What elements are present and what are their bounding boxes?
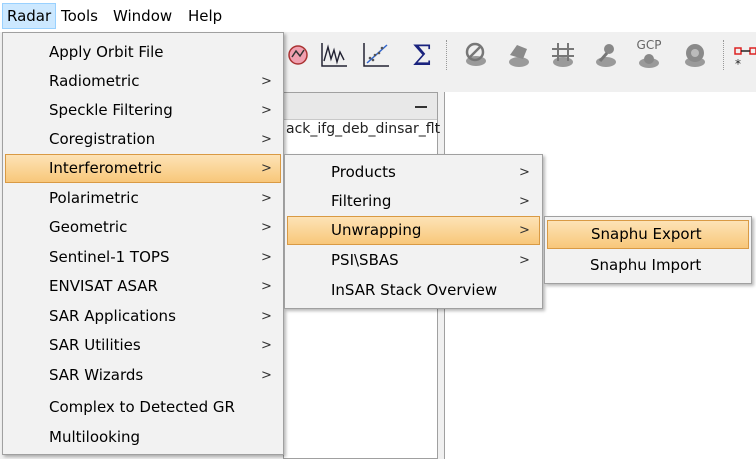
menu-item-label: InSAR Stack Overview — [331, 281, 498, 299]
scatter-plot-icon[interactable] — [359, 38, 393, 72]
menu-bar: Radar Tools Window Help — [0, 0, 756, 32]
sigma-icon[interactable]: Σ — [405, 38, 439, 72]
menu-item-sentinel-1-tops[interactable]: Sentinel-1 TOPS > — [3, 243, 283, 272]
menu-item-label: SAR Applications — [49, 307, 176, 325]
chevron-right-icon: > — [261, 250, 272, 265]
menu-item-snaphu-export[interactable]: Snaphu Export — [547, 220, 749, 249]
camera-icon[interactable] — [678, 38, 712, 72]
menu-item-label: Polarimetric — [49, 189, 139, 207]
menu-item-label: Apply Orbit File — [49, 43, 164, 61]
no-orbit-icon[interactable] — [459, 38, 493, 72]
menu-item-label: Snaphu Export — [591, 225, 702, 243]
menu-item-insar-stack-overview[interactable]: InSAR Stack Overview — [285, 276, 542, 305]
menu-item-label: Unwrapping — [331, 221, 422, 239]
chevron-right-icon: > — [519, 165, 530, 180]
toolbar: Σ GCP * — [283, 32, 756, 78]
chevron-right-icon: > — [261, 191, 272, 206]
menu-item-label: Coregistration — [49, 130, 156, 148]
menu-item-geometric[interactable]: Geometric > — [3, 213, 283, 242]
chevron-right-icon: > — [519, 194, 530, 209]
menu-item-label: Complex to Detected GR — [49, 398, 235, 416]
graph-icon[interactable] — [283, 38, 317, 72]
product-item[interactable]: ack_ifg_deb_dinsar_flt — [286, 121, 440, 137]
chevron-right-icon: > — [519, 223, 530, 238]
menu-item-label: Radiometric — [49, 72, 140, 90]
waveform-icon[interactable] — [317, 38, 351, 72]
gcp-label: GCP — [636, 38, 662, 52]
menu-item-sar-utilities[interactable]: SAR Utilities > — [3, 331, 283, 360]
menu-tools[interactable]: Tools — [57, 3, 102, 29]
minimize-icon[interactable] — [415, 106, 427, 108]
menu-item-polarimetric[interactable]: Polarimetric > — [3, 184, 283, 213]
menu-item-snaphu-import[interactable]: Snaphu Import — [545, 251, 751, 280]
menu-window[interactable]: Window — [109, 3, 176, 29]
menu-item-envisat-asar[interactable]: ENVISAT ASAR > — [3, 272, 283, 301]
chevron-right-icon: > — [261, 132, 272, 147]
menu-item-label: Products — [331, 163, 396, 181]
menu-item-multilooking[interactable]: Multilooking — [3, 423, 283, 452]
grid-icon[interactable] — [546, 38, 580, 72]
menu-item-sar-applications[interactable]: SAR Applications > — [3, 302, 283, 331]
menu-item-label: Sentinel-1 TOPS — [49, 248, 170, 266]
menu-item-label: SAR Wizards — [49, 366, 144, 384]
radar-menu: Apply Orbit File Radiometric > Speckle Fi… — [2, 32, 284, 455]
chevron-right-icon: > — [261, 279, 272, 294]
menu-item-coregistration[interactable]: Coregistration > — [3, 125, 283, 154]
menu-radar[interactable]: Radar — [2, 3, 57, 29]
chevron-right-icon: > — [519, 253, 530, 268]
unwrapping-submenu: Snaphu Export Snaphu Import — [544, 216, 752, 284]
menu-item-label: Interferometric — [49, 159, 163, 177]
coregistration-icon[interactable] — [502, 38, 536, 72]
chevron-right-icon: > — [261, 220, 272, 235]
panel-header — [284, 93, 437, 120]
menu-item-label: Geometric — [49, 218, 128, 236]
menu-item-label: ENVISAT ASAR — [49, 277, 158, 295]
menu-item-products[interactable]: Products > — [285, 158, 542, 187]
pin-icon[interactable] — [589, 38, 623, 72]
chevron-right-icon: > — [261, 309, 272, 324]
menu-item-label: SAR Utilities — [49, 336, 141, 354]
interferometric-submenu: Products > Filtering > Unwrapping > PSI\SBA… — [284, 154, 543, 309]
menu-item-label: PSI\SBAS — [331, 251, 399, 269]
menu-item-unwrapping[interactable]: Unwrapping > — [287, 216, 540, 245]
menu-item-apply-orbit-file[interactable]: Apply Orbit File — [3, 38, 283, 67]
menu-item-interferometric[interactable]: Interferometric > — [5, 154, 281, 183]
menu-item-psi-sbas[interactable]: PSI\SBAS > — [285, 246, 542, 275]
menu-item-radiometric[interactable]: Radiometric > — [3, 67, 283, 96]
menu-item-label: Filtering — [331, 192, 392, 210]
menu-item-filtering[interactable]: Filtering > — [285, 187, 542, 216]
menu-item-label: Snaphu Import — [590, 256, 702, 274]
menu-item-label: Multilooking — [49, 428, 141, 446]
svg-text:*: * — [735, 57, 741, 70]
menu-help[interactable]: Help — [184, 3, 226, 29]
gcp-icon[interactable]: GCP — [632, 38, 666, 72]
chevron-right-icon: > — [261, 338, 272, 353]
chevron-right-icon: > — [261, 74, 272, 89]
chevron-right-icon: > — [261, 161, 272, 176]
chevron-right-icon: > — [261, 368, 272, 383]
menu-item-complex-to-detected-gr[interactable]: Complex to Detected GR — [3, 393, 283, 422]
network-icon[interactable]: * — [729, 38, 756, 72]
menu-item-label: Speckle Filtering — [49, 101, 173, 119]
menu-item-sar-wizards[interactable]: SAR Wizards > — [3, 361, 283, 390]
menu-item-speckle-filtering[interactable]: Speckle Filtering > — [3, 96, 283, 125]
toolbar-separator — [723, 40, 725, 70]
toolbar-separator — [446, 40, 448, 70]
chevron-right-icon: > — [261, 103, 272, 118]
